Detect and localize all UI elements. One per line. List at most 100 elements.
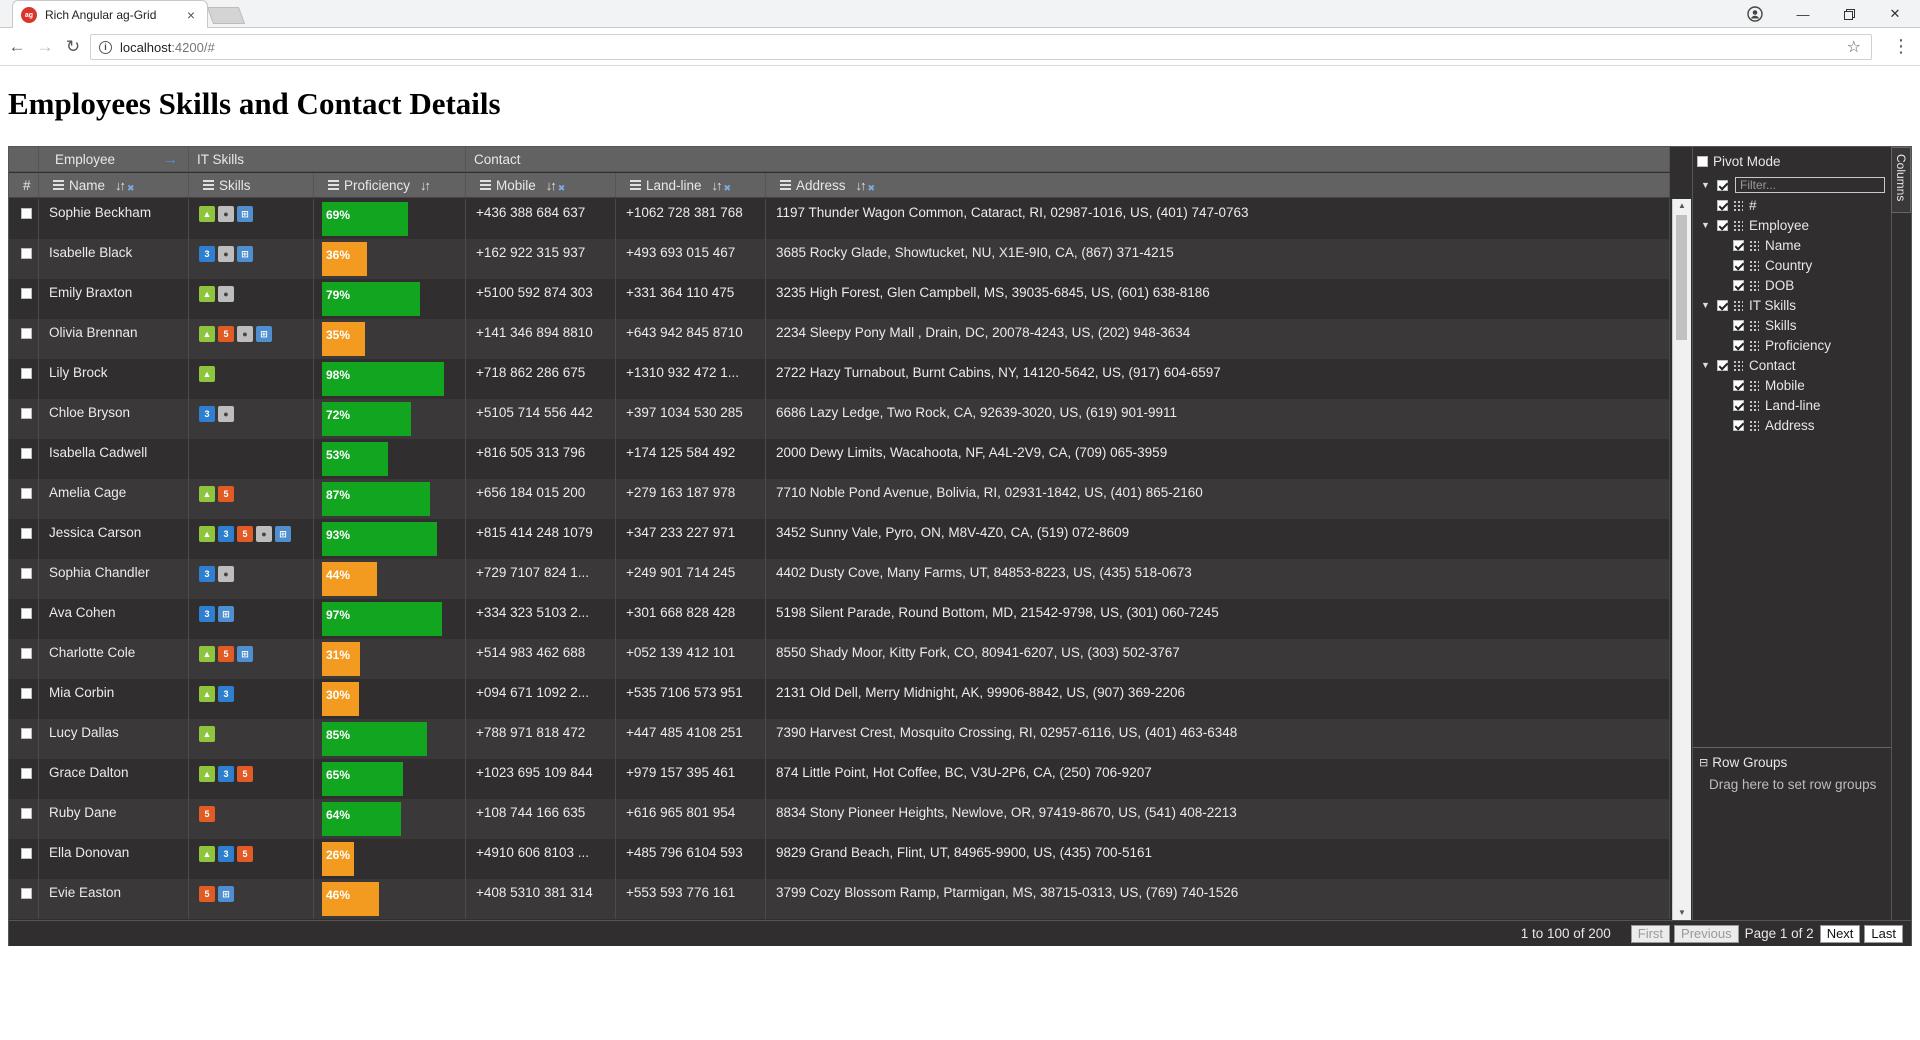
table-row[interactable]: Lily Brock ▲ 98% +718 862 286 675 +1310 932 …	[9, 359, 1670, 399]
select-all-checkbox[interactable]	[1717, 179, 1728, 191]
column-tree-item[interactable]: Proficiency	[1733, 335, 1831, 355]
table-row[interactable]: Sophia Chandler 3 ● 44% +729 7107 824 1... +2…	[9, 559, 1670, 599]
column-tree-item[interactable]: #	[1717, 195, 1757, 215]
drag-handle-icon[interactable]	[1733, 299, 1743, 311]
row-checkbox[interactable]	[21, 848, 32, 859]
scrollbar-thumb[interactable]	[1676, 215, 1687, 340]
table-row[interactable]: Ava Cohen 3 ⊞ 97% +334 323 5103 2... +301 668…	[9, 599, 1670, 639]
column-tree-item[interactable]: Skills	[1733, 315, 1797, 335]
table-row[interactable]: Emily Braxton ▲ ● 79% +5100 592 874 303 +331 …	[9, 279, 1670, 319]
row-checkbox[interactable]	[21, 568, 32, 579]
expand-group-icon[interactable]: →	[163, 151, 178, 168]
row-checkbox[interactable]	[21, 448, 32, 459]
collapse-all-icon[interactable]: ▼	[1701, 180, 1711, 190]
pivot-mode-toggle[interactable]: Pivot Mode	[1697, 151, 1781, 171]
column-menu-icon[interactable]	[203, 178, 214, 192]
drag-handle-icon[interactable]	[1733, 219, 1743, 231]
table-row[interactable]: Ella Donovan ▲ 3 5 26% +4910 606 8103 ... +485…	[9, 839, 1670, 879]
row-checkbox[interactable]	[21, 368, 32, 379]
header-rownum[interactable]: #	[9, 173, 39, 197]
row-groups-dropzone[interactable]: Drag here to set row groups	[1709, 777, 1876, 792]
pivot-mode-checkbox[interactable]	[1697, 155, 1708, 167]
column-visible-checkbox[interactable]	[1733, 259, 1744, 271]
column-menu-icon[interactable]	[53, 178, 64, 192]
sort-icon[interactable]: ↓↑	[546, 178, 557, 193]
column-menu-icon[interactable]	[630, 178, 641, 192]
table-row[interactable]: Mia Corbin ▲ 3 30% +094 671 1092 2... +535 71…	[9, 679, 1670, 719]
sort-icon[interactable]: ↓↑	[420, 178, 431, 193]
vertical-scrollbar[interactable]: ▲ ▼	[1672, 199, 1691, 920]
header-group-employee[interactable]: Employee →	[39, 147, 189, 171]
table-row[interactable]: Amelia Cage ▲ 5 87% +656 184 015 200 +279 163…	[9, 479, 1670, 519]
filter-icon[interactable]: ✖	[127, 183, 135, 194]
header-address[interactable]: Address ↓↑ ✖	[766, 173, 1670, 197]
drag-handle-icon[interactable]	[1749, 259, 1759, 271]
table-row[interactable]: Isabelle Black 3 ● ⊞ 36% +162 922 315 937 +493…	[9, 239, 1670, 279]
forward-icon[interactable]: →	[34, 36, 56, 58]
drag-handle-icon[interactable]	[1749, 399, 1759, 411]
minimize-icon[interactable]: —	[1780, 0, 1826, 28]
column-visible-checkbox[interactable]	[1733, 239, 1744, 251]
scroll-down-icon[interactable]: ▼	[1673, 906, 1691, 920]
row-checkbox[interactable]	[21, 728, 32, 739]
row-checkbox[interactable]	[21, 608, 32, 619]
header-name[interactable]: Name ↓↑ ✖	[39, 173, 189, 197]
column-visible-checkbox[interactable]	[1717, 199, 1728, 211]
restore-icon[interactable]	[1826, 0, 1872, 28]
column-visible-checkbox[interactable]	[1733, 339, 1744, 351]
row-checkbox[interactable]	[21, 208, 32, 219]
filter-icon[interactable]: ✖	[724, 183, 732, 194]
table-row[interactable]: Evie Easton 5 ⊞ 46% +408 5310 381 314 +553 59…	[9, 879, 1670, 919]
table-row[interactable]: Isabella Cadwell 53% +816 505 313 796 +174 …	[9, 439, 1670, 479]
table-row[interactable]: Jessica Carson ▲ 3 5 ● ⊞ 93% +815 414 248 1079 +…	[9, 519, 1670, 559]
info-icon[interactable]: i	[99, 40, 112, 54]
new-tab-button[interactable]	[206, 7, 246, 24]
drag-handle-icon[interactable]	[1749, 339, 1759, 351]
drag-handle-icon[interactable]	[1749, 319, 1759, 331]
filter-icon[interactable]: ✖	[868, 183, 876, 194]
sort-icon[interactable]: ↓↑	[115, 178, 126, 193]
row-checkbox[interactable]	[21, 408, 32, 419]
column-menu-icon[interactable]	[328, 178, 339, 192]
close-window-icon[interactable]: ✕	[1872, 0, 1918, 28]
sort-icon[interactable]: ↓↑	[856, 178, 867, 193]
table-row[interactable]: Lucy Dallas ▲ 85% +788 971 818 472 +447 485 …	[9, 719, 1670, 759]
column-visible-checkbox[interactable]	[1717, 219, 1728, 231]
row-checkbox[interactable]	[21, 288, 32, 299]
column-tree-item[interactable]: Country	[1733, 255, 1812, 275]
drag-handle-icon[interactable]	[1733, 359, 1743, 371]
column-visible-checkbox[interactable]	[1733, 379, 1744, 391]
column-visible-checkbox[interactable]	[1733, 279, 1744, 291]
column-tree-item[interactable]: DOB	[1733, 275, 1794, 295]
row-checkbox[interactable]	[21, 688, 32, 699]
column-filter-input[interactable]: Filter...	[1735, 177, 1885, 193]
column-tree-item[interactable]: ▼ Employee	[1701, 215, 1809, 235]
column-menu-icon[interactable]	[780, 178, 791, 192]
close-tab-icon[interactable]: ×	[183, 7, 199, 23]
filter-icon[interactable]: ✖	[558, 183, 566, 194]
table-row[interactable]: Ruby Dane 5 64% +108 744 166 635 +616 965 80…	[9, 799, 1670, 839]
scroll-up-icon[interactable]: ▲	[1673, 199, 1691, 213]
header-skills[interactable]: Skills	[189, 173, 314, 197]
table-row[interactable]: Chloe Bryson 3 ● 72% +5105 714 556 442 +397 1…	[9, 399, 1670, 439]
row-checkbox[interactable]	[21, 648, 32, 659]
column-visible-checkbox[interactable]	[1733, 399, 1744, 411]
columns-side-tab[interactable]: Columns	[1891, 147, 1911, 213]
back-icon[interactable]: ←	[6, 36, 28, 58]
browser-menu-icon[interactable]: ⋮	[1892, 36, 1910, 57]
table-row[interactable]: Charlotte Cole ▲ 5 ⊞ 31% +514 983 462 688 +052…	[9, 639, 1670, 679]
reload-icon[interactable]: ↻	[62, 36, 84, 58]
header-group-it-skills[interactable]: IT Skills	[189, 147, 466, 171]
column-tree-item[interactable]: Mobile	[1733, 375, 1805, 395]
row-checkbox[interactable]	[21, 768, 32, 779]
column-tree-item[interactable]: ▼ IT Skills	[1701, 295, 1796, 315]
browser-tab[interactable]: ag Rich Angular ag-Grid ×	[12, 0, 208, 29]
table-row[interactable]: Grace Dalton ▲ 3 5 65% +1023 695 109 844 +979 …	[9, 759, 1670, 799]
row-checkbox[interactable]	[21, 248, 32, 259]
expand-group-icon[interactable]: ▼	[1701, 360, 1711, 370]
header-mobile[interactable]: Mobile ↓↑ ✖	[466, 173, 616, 197]
first-page-button[interactable]: First	[1630, 924, 1671, 943]
row-checkbox[interactable]	[21, 488, 32, 499]
column-visible-checkbox[interactable]	[1717, 299, 1728, 311]
expand-group-icon[interactable]: ▼	[1701, 300, 1711, 310]
